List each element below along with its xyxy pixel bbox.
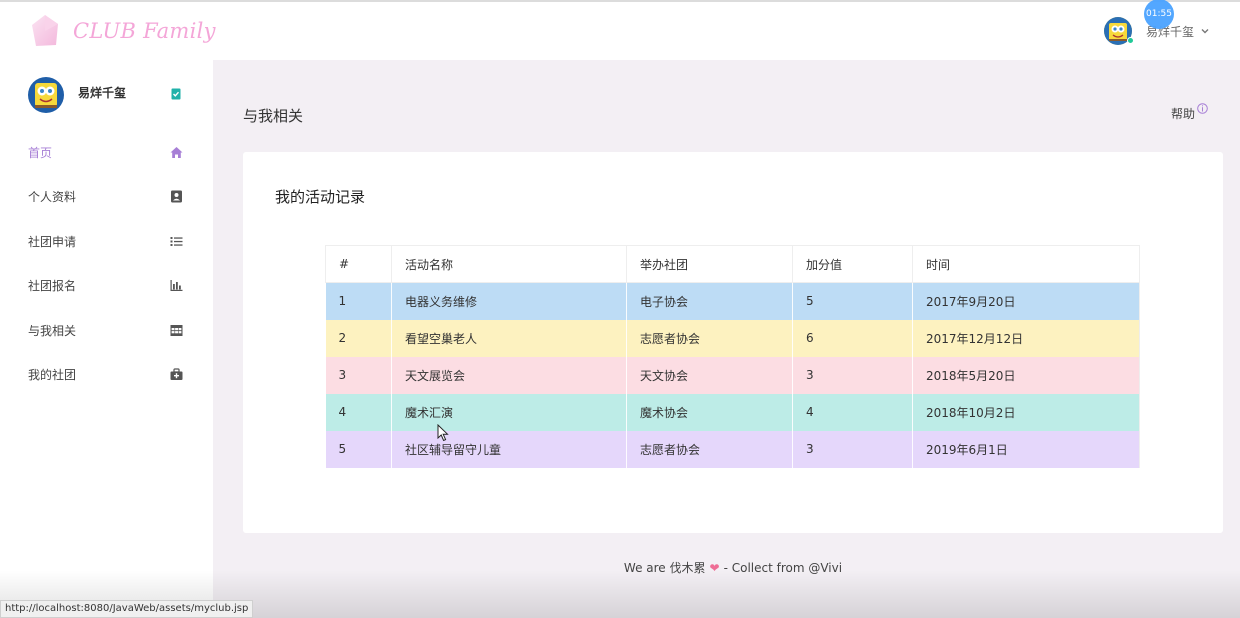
user-menu[interactable]: 易烊千玺 01:55	[1103, 0, 1210, 45]
time-badge: 01:55	[1143, 0, 1174, 29]
table-cell: 天文展览会	[391, 356, 627, 394]
sidebar-item-label: 社团申请	[28, 234, 77, 249]
table-cell: 魔术协会	[626, 393, 793, 431]
table-cell: 2017年12月12日	[912, 319, 1140, 357]
column-header: 加分值	[792, 245, 913, 283]
table-cell: 3	[792, 356, 913, 394]
help-label: 帮助	[1170, 107, 1195, 121]
bar-chart-icon	[170, 280, 183, 292]
home-icon	[170, 146, 183, 158]
table-row: 2 看望空巢老人 志愿者协会 6 2017年12月12日	[325, 319, 1140, 357]
table-header-row: # 活动名称 举办社团 加分值 时间	[325, 245, 1140, 283]
column-header: 时间	[912, 245, 1140, 283]
brand[interactable]: CLUB Family	[30, 13, 216, 49]
footer-suffix: - Collect from @Vivi	[723, 561, 843, 575]
footer-prefix: We are 伐木累	[623, 561, 706, 575]
table-cell: 电子协会	[626, 282, 793, 320]
sidebar-item-label: 与我相关	[28, 323, 77, 338]
table-icon	[170, 324, 183, 336]
chevron-down-icon[interactable]	[1200, 26, 1210, 36]
column-header: #	[325, 245, 392, 283]
top-navbar: CLUB Family 易烊千玺 01:55	[0, 0, 1240, 60]
sidebar-item-related[interactable]: 与我相关	[0, 308, 213, 353]
heart-icon: ❤	[709, 561, 720, 575]
spongebob-avatar-icon	[28, 77, 64, 113]
sidebar-item-club-signup[interactable]: 社团报名	[0, 264, 213, 309]
table-cell: 2019年6月1日	[912, 430, 1140, 468]
sidebar-item-label: 个人资料	[28, 190, 77, 205]
sidebar-item-my-clubs[interactable]: 我的社团	[0, 353, 213, 398]
table-cell: 3	[792, 430, 913, 468]
contact-card-icon	[171, 190, 182, 203]
sidebar-item-profile[interactable]: 个人资料	[0, 175, 213, 220]
table-cell: 电器义务维修	[391, 282, 627, 320]
card-title: 我的活动记录	[275, 188, 366, 206]
avatar[interactable]	[1103, 17, 1134, 45]
avatar[interactable]	[28, 77, 64, 113]
info-icon	[1197, 103, 1208, 114]
table-cell: 5	[792, 282, 913, 320]
sidebar-item-label: 我的社团	[28, 368, 77, 383]
sidebar-nav: 首页 个人资料 社团申请 社团报名 与我相关 我的社团	[0, 130, 213, 397]
status-bar-url: http://localhost:8080/JavaWeb/assets/myc…	[0, 600, 254, 618]
table-cell: 2017年9月20日	[912, 282, 1140, 320]
table-cell: 社区辅导留守儿童	[391, 430, 627, 468]
profile-name: 易烊千玺	[78, 86, 127, 100]
table-cell: 4	[325, 393, 392, 431]
sidebar: 易烊千玺 首页 个人资料 社团申请 社团报名 与我相关 我的社团	[0, 60, 213, 618]
sidebar-profile: 易烊千玺	[28, 77, 188, 117]
table-cell: 2018年5月20日	[912, 356, 1140, 394]
table-cell: 5	[325, 430, 392, 468]
medkit-icon	[170, 368, 183, 381]
table-cell: 2	[325, 319, 392, 357]
table-cell: 2018年10月2日	[912, 393, 1140, 431]
sidebar-item-home[interactable]: 首页	[0, 130, 213, 175]
table-cell: 4	[792, 393, 913, 431]
sidebar-item-label: 社团报名	[28, 279, 77, 294]
column-header: 举办社团	[626, 245, 793, 283]
verified-badge-icon	[171, 88, 181, 100]
table-row: 1 电器义务维修 电子协会 5 2017年9月20日	[325, 282, 1140, 320]
sidebar-item-club-apply[interactable]: 社团申请	[0, 219, 213, 264]
brand-name: CLUB Family	[73, 19, 216, 43]
table-row: 3 天文展览会 天文协会 3 2018年5月20日	[325, 356, 1140, 394]
online-status-dot	[1126, 37, 1134, 44]
list-icon	[170, 236, 183, 246]
table-cell: 3	[325, 356, 392, 394]
table-cell: 看望空巢老人	[391, 319, 627, 357]
table-cell: 志愿者协会	[626, 430, 793, 468]
page-title: 与我相关	[243, 107, 304, 125]
table-cell: 1	[325, 282, 392, 320]
mouse-cursor-icon	[437, 424, 449, 442]
activity-card: 我的活动记录 # 活动名称 举办社团 加分值 时间 1 电器义务维修 电子协会 …	[243, 152, 1223, 533]
table-cell: 天文协会	[626, 356, 793, 394]
table-cell: 魔术汇演	[391, 393, 627, 431]
help-link[interactable]: 帮助	[1170, 103, 1208, 122]
column-header: 活动名称	[391, 245, 627, 283]
table-cell: 志愿者协会	[626, 319, 793, 357]
pentagon-logo-icon	[32, 15, 58, 46]
table-cell: 6	[792, 319, 913, 357]
footer: We are 伐木累 ❤ - Collect from @Vivi	[243, 559, 1223, 576]
sidebar-item-label: 首页	[28, 145, 53, 160]
